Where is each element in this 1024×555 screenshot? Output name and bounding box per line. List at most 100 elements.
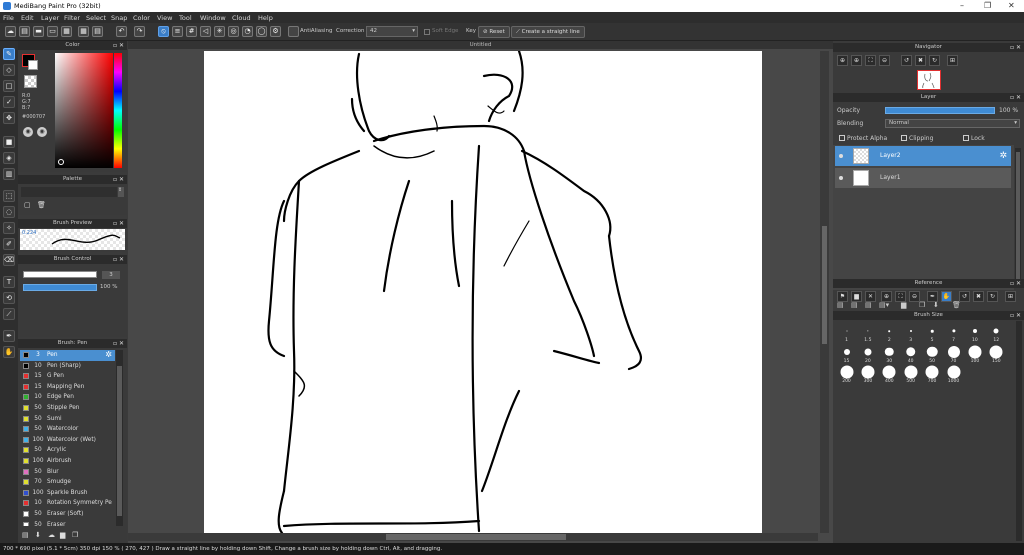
hue-slider[interactable]: [114, 53, 122, 168]
brush-list-scrollbar[interactable]: [116, 350, 123, 526]
menu-window[interactable]: Window: [200, 14, 226, 22]
brush-item[interactable]: 50 Stipple Pen: [20, 403, 115, 414]
brush-size-option[interactable]: 15: [836, 344, 857, 364]
canvas-vertical-scrollbar[interactable]: [820, 51, 829, 533]
panel-close-icon[interactable]: ▫ ✕: [113, 255, 124, 264]
brush-copy-icon[interactable]: ❐: [72, 531, 78, 539]
background-color-swatch[interactable]: [28, 60, 38, 70]
clipping-checkbox[interactable]: [901, 135, 907, 141]
brush-item[interactable]: 3 Pen ✲: [20, 350, 115, 361]
visibility-icon[interactable]: [839, 176, 843, 180]
brush-list-scroll-thumb[interactable]: [117, 366, 122, 516]
panel-close-icon[interactable]: ▫ ✕: [1010, 43, 1021, 52]
nav-actual-icon[interactable]: ⊖: [879, 55, 890, 66]
brush-item[interactable]: 50 Acrylic: [20, 445, 115, 456]
nav-rotate-left-icon[interactable]: ↺: [901, 55, 912, 66]
chat-icon[interactable]: ▬: [33, 26, 44, 37]
visibility-icon[interactable]: [839, 154, 843, 158]
snap-off-icon[interactable]: ⦸: [158, 26, 169, 37]
brush-size-option[interactable]: 7: [943, 323, 964, 343]
menu-cloud[interactable]: Cloud: [232, 14, 251, 22]
canvas-tab[interactable]: Untitled: [128, 41, 833, 49]
ellipse-snap-icon[interactable]: ◯: [256, 26, 267, 37]
menu-snap[interactable]: Snap: [111, 14, 127, 22]
color-picker-cursor[interactable]: [58, 159, 64, 165]
brush-size-option[interactable]: 150: [986, 344, 1007, 364]
menu-tool[interactable]: Tool: [179, 14, 192, 22]
brush-size-option[interactable]: 400: [879, 364, 900, 384]
bucket-tool-icon[interactable]: ◈: [3, 152, 15, 164]
brush-size-option[interactable]: 10: [964, 323, 985, 343]
restore-button[interactable]: ❐: [984, 1, 991, 10]
menu-help[interactable]: Help: [258, 14, 273, 22]
nav-reset-icon[interactable]: ⊞: [947, 55, 958, 66]
palette-scroll[interactable]: ⇕: [118, 187, 124, 197]
brush-item[interactable]: 50 Eraser (Soft): [20, 509, 115, 520]
brush-size-option[interactable]: 30: [879, 344, 900, 364]
cloud-icon[interactable]: ☁: [5, 26, 16, 37]
color-settings-icon[interactable]: ◉: [23, 127, 33, 137]
nav-fit-icon[interactable]: ⛶: [865, 55, 876, 66]
brush-size-option[interactable]: 100: [964, 344, 985, 364]
brush-size-option[interactable]: 50: [922, 344, 943, 364]
brush-size-option[interactable]: 1000: [943, 364, 964, 384]
select-pen-icon[interactable]: ✐: [3, 238, 15, 250]
brush-size-option[interactable]: 1: [836, 323, 857, 343]
menu-edit[interactable]: Edit: [21, 14, 34, 22]
ref-rotate-right-icon[interactable]: ↻: [987, 291, 998, 302]
divide-tool-icon[interactable]: ⟋: [3, 308, 15, 320]
layer-opacity-slider[interactable]: [885, 107, 995, 114]
new-file-icon[interactable]: ▤: [19, 26, 30, 37]
brush-folder-icon[interactable]: ▆: [60, 531, 65, 539]
eyedropper-tool-icon[interactable]: ✒: [3, 330, 15, 342]
nav-zoom-out-icon[interactable]: ⊕: [851, 55, 862, 66]
dot-tool-icon[interactable]: □: [3, 80, 15, 92]
brush-size-option[interactable]: 700: [922, 364, 943, 384]
eraser-tool-icon[interactable]: ◇: [3, 64, 15, 76]
close-button[interactable]: ✕: [1008, 1, 1015, 10]
brush-size-slider[interactable]: [23, 271, 97, 278]
brush-import-icon[interactable]: ⬇: [35, 531, 41, 539]
operation-tool-icon[interactable]: ⟲: [3, 292, 15, 304]
antialias-checkbox[interactable]: [288, 26, 299, 37]
panel-close-icon[interactable]: ▫ ✕: [113, 175, 124, 184]
ref-eyedropper-icon[interactable]: ✒: [927, 291, 938, 302]
brush-opacity-slider[interactable]: [23, 284, 97, 291]
straight-line-button[interactable]: ⟋ Create a straight line: [511, 26, 585, 38]
panel-close-icon[interactable]: ▫ ✕: [1010, 279, 1021, 288]
brush-item[interactable]: 15 Mapping Pen: [20, 382, 115, 393]
reset-button[interactable]: ⊘ Reset: [478, 26, 510, 38]
grid-icon[interactable]: ▦: [78, 26, 89, 37]
protect-alpha-checkbox[interactable]: [839, 135, 845, 141]
hand-tool-icon[interactable]: ✋: [3, 346, 15, 358]
menu-layer[interactable]: Layer: [41, 14, 59, 22]
move-tool-icon[interactable]: ✥: [3, 112, 15, 124]
circle-snap-icon[interactable]: ◎: [228, 26, 239, 37]
brush-item[interactable]: 50 Eraser: [20, 520, 115, 526]
layer-list-scrollbar[interactable]: [1015, 148, 1021, 288]
comment-icon[interactable]: ▭: [47, 26, 58, 37]
transparent-color-swatch[interactable]: [24, 75, 37, 88]
brush-tool-icon[interactable]: ✎: [3, 48, 15, 60]
ref-hand-icon[interactable]: ✋: [941, 291, 952, 302]
brush-size-option[interactable]: 12: [986, 323, 1007, 343]
panel-close-icon[interactable]: ▫ ✕: [1010, 311, 1021, 320]
ref-folder-icon[interactable]: ▆: [851, 291, 862, 302]
menu-color[interactable]: Color: [133, 14, 150, 22]
ref-close-icon[interactable]: ✕: [865, 291, 876, 302]
brush-size-option[interactable]: 500: [900, 364, 921, 384]
ref-open-icon[interactable]: ⚑: [837, 291, 848, 302]
text-tool-icon[interactable]: T: [3, 276, 15, 288]
brush-size-scrollbar[interactable]: [1016, 321, 1022, 541]
brush-size-option[interactable]: 5: [922, 323, 943, 343]
brush-item[interactable]: 100 Airbrush: [20, 456, 115, 467]
brush-item[interactable]: 100 Sparkle Brush: [20, 488, 115, 499]
canvas-horizontal-scrollbar[interactable]: [128, 533, 818, 541]
nav-rotate-right-icon[interactable]: ↻: [929, 55, 940, 66]
brush-item[interactable]: 50 Watercolor: [20, 424, 115, 435]
brush-cloud-icon[interactable]: ☁: [48, 531, 55, 539]
panel-close-icon[interactable]: ▫ ✕: [113, 41, 124, 50]
color-picker-square[interactable]: [55, 53, 113, 168]
layer-settings-icon[interactable]: ✲: [999, 146, 1007, 166]
soft-edge-checkbox[interactable]: [424, 29, 430, 35]
